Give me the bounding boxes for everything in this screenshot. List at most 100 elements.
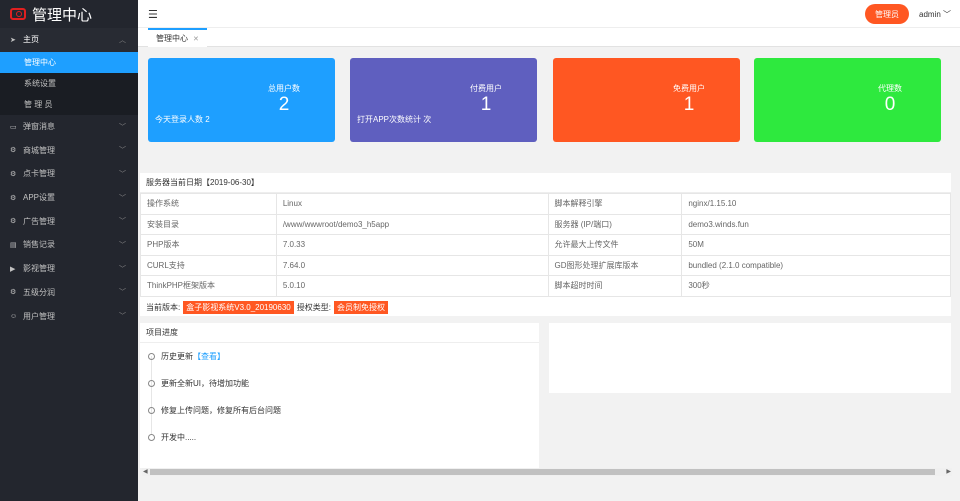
chevron-down-icon: ﹀ — [119, 194, 126, 202]
scrollbar-thumb[interactable] — [150, 469, 935, 475]
brand-logo: 管理中心 — [0, 0, 138, 28]
stat-value: 1 — [480, 94, 492, 115]
tab-label: 管理中心 — [156, 34, 188, 43]
info-label: 操作系统 — [140, 193, 277, 215]
sidebar-item-home[interactable]: ➤ 主页 ︿ — [0, 28, 138, 52]
chevron-down-icon: ﹀ — [119, 147, 126, 155]
info-label: GD图形处理扩展库版本 — [547, 254, 683, 276]
settings-icon: ⚙ — [10, 289, 17, 297]
version-badge: 盒子影视系统V3.0_20190630 — [183, 300, 294, 314]
top-bar: ☰ 管理员 admin ﹀ — [138, 0, 960, 28]
info-value: 300秒 — [681, 275, 951, 297]
bullet-icon — [148, 380, 155, 387]
sidebar-item-label: 销售记录 — [23, 240, 55, 250]
sidebar: 管理中心 ➤ 主页 ︿ 管理中心 系统设置 管 理 员 ▭ 弹窗消息 ﹀ ⚙ 商城管理… — [0, 0, 138, 501]
timeline-text: 修复上传问题，修复所有后台问题 — [161, 406, 281, 415]
stat-card-agents: 代理数 0 — [754, 58, 941, 142]
user-icon: ☺ — [10, 312, 18, 320]
stat-card-paid-users: 付费用户 1 打开APP次数统计 次 — [350, 58, 537, 142]
sidebar-item-label: 五级分润 — [23, 287, 55, 297]
sidebar-item-video[interactable]: ▶ 影视管理 ﹀ — [0, 257, 138, 281]
sidebar-item-mall[interactable]: ⚙ 商城管理 ﹀ — [0, 138, 138, 162]
sidebar-item-cards[interactable]: ⚙ 点卡管理 ﹀ — [0, 162, 138, 186]
submenu-item-system-settings[interactable]: 系统设置 — [0, 73, 138, 94]
sidebar-item-users[interactable]: ☺ 用户管理 ﹀ — [0, 304, 138, 328]
tab-admin-center[interactable]: 管理中心 ✕ — [148, 28, 207, 47]
stat-note: 今天登录人数 2 — [155, 115, 210, 124]
timeline-line — [151, 356, 152, 434]
bullet-icon — [148, 407, 155, 414]
card-icon: ⚙ — [10, 170, 17, 178]
info-label: 安装目录 — [140, 213, 277, 235]
sidebar-item-ads[interactable]: ⚙ 广告管理 ﹀ — [0, 209, 138, 233]
timeline-item: 修复上传问题，修复所有后台问题 — [148, 405, 281, 416]
chevron-down-icon: ﹀ — [119, 313, 126, 321]
sidebar-item-profit-sharing[interactable]: ⚙ 五级分润 ﹀ — [0, 281, 138, 305]
settings-icon: ⚙ — [10, 147, 17, 155]
message-icon: ▭ — [10, 123, 17, 131]
scroll-left-icon[interactable]: ◀ — [143, 468, 148, 475]
sidebar-item-label: 广告管理 — [23, 216, 55, 226]
timeline-text: 历史更新 — [161, 352, 193, 361]
stat-value: 0 — [884, 94, 896, 115]
info-value: /www/wwwroot/demo3_h5app — [275, 213, 549, 235]
chevron-down-icon: ﹀ — [119, 123, 126, 131]
server-info-title: 服务器当前日期【2019-06-30】 — [140, 173, 951, 193]
chevron-down-icon: ﹀ — [943, 10, 952, 19]
username: admin — [919, 10, 941, 19]
server-info-panel: 服务器当前日期【2019-06-30】 操作系统 Linux 脚本解释引擎 nginx… — [140, 173, 951, 316]
stat-title: 总用户数 — [268, 84, 300, 93]
submenu-item-administrators[interactable]: 管 理 员 — [0, 94, 138, 115]
sidebar-item-label: APP设置 — [23, 193, 56, 203]
info-label: PHP版本 — [140, 234, 277, 256]
chevron-up-icon: ︿ — [119, 36, 126, 44]
sidebar-item-label: 影视管理 — [23, 264, 55, 274]
sidebar-item-label: 弹窗消息 — [23, 122, 55, 132]
server-info-row: CURL支持 7.64.0 GD图形处理扩展库版本 bundled (2.1.0 co… — [140, 254, 951, 276]
scroll-right-icon[interactable]: ▶ — [946, 468, 951, 475]
settings-icon: ⚙ — [10, 194, 17, 202]
stat-title: 免费用户 — [673, 84, 705, 93]
stat-value: 1 — [683, 94, 695, 115]
chevron-down-icon: ﹀ — [119, 218, 126, 226]
chevron-down-icon: ﹀ — [119, 170, 126, 178]
sidebar-item-app-settings[interactable]: ⚙ APP设置 ﹀ — [0, 186, 138, 210]
stat-card-total-users: 总用户数 2 今天登录人数 2 — [148, 58, 335, 142]
submenu-item-admin-center[interactable]: 管理中心 — [0, 51, 138, 73]
sidebar-item-sales[interactable]: ▤ 销售记录 ﹀ — [0, 233, 138, 257]
info-label: 允许最大上传文件 — [547, 234, 683, 256]
user-menu[interactable]: admin ﹀ — [919, 9, 951, 20]
version-label: 当前版本: — [146, 302, 181, 312]
info-label: ThinkPHP框架版本 — [140, 275, 277, 297]
server-info-table: 操作系统 Linux 脚本解释引擎 nginx/1.15.10 安装目录/www/www… — [140, 193, 951, 297]
view-history-link[interactable]: 【查看】 — [193, 351, 225, 362]
empty-panel — [549, 323, 951, 393]
timeline-text: 更新全新UI，待增加功能 — [161, 379, 249, 388]
sidebar-item-popup-messages[interactable]: ▭ 弹窗消息 ﹀ — [0, 115, 138, 139]
horizontal-scrollbar[interactable]: ◀ ▶ — [142, 468, 952, 476]
info-value: Linux — [275, 193, 549, 215]
close-icon[interactable]: ✕ — [193, 35, 199, 43]
tab-bar: 管理中心 ✕ — [138, 28, 960, 47]
timeline-text: 开发中..... — [161, 433, 197, 442]
stat-title: 付费用户 — [470, 84, 502, 93]
info-label: 脚本超时时间 — [547, 275, 683, 297]
info-value: 7.64.0 — [275, 254, 549, 276]
sidebar-item-label: 点卡管理 — [23, 169, 55, 179]
camera-logo-icon — [10, 8, 26, 20]
info-value: bundled (2.1.0 compatible) — [681, 254, 951, 276]
bullet-icon — [148, 353, 155, 360]
project-progress-panel: 项目进度 历史更新 【查看】 更新全新UI，待增加功能 修复上传问题，修复所有后台… — [140, 323, 539, 468]
version-row: 当前版本: 盒子影视系统V3.0_20190630 授权类型: 会员制免授权 — [140, 297, 951, 318]
timeline-item: 历史更新 【查看】 — [148, 351, 225, 362]
submenu: 管理中心 系统设置 管 理 员 — [0, 51, 138, 115]
chevron-down-icon: ﹀ — [119, 265, 126, 273]
project-progress-title: 项目进度 — [140, 323, 539, 343]
role-button[interactable]: 管理员 — [865, 4, 909, 24]
stat-note: 打开APP次数统计 次 — [357, 115, 432, 124]
sidebar-item-label: 用户管理 — [23, 311, 55, 321]
paper-plane-icon: ➤ — [10, 36, 16, 44]
stat-value: 2 — [278, 94, 290, 115]
info-value: 5.0.10 — [275, 275, 549, 297]
menu-toggle-icon[interactable]: ☰ — [148, 8, 158, 21]
